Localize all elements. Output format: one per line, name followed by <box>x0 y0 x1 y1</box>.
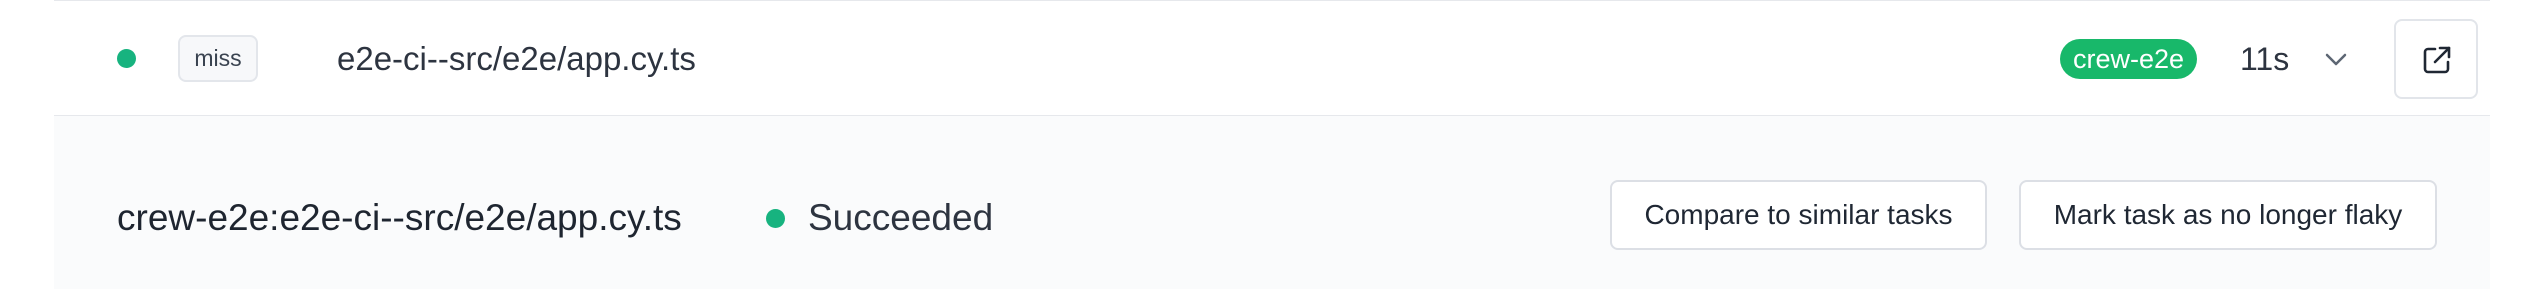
task-duration: 11s <box>2240 41 2290 77</box>
task-status-text: Succeeded <box>808 197 994 238</box>
cache-status-badge: miss <box>178 35 258 82</box>
external-link-icon <box>2423 46 2451 74</box>
compare-similar-tasks-button[interactable]: Compare to similar tasks <box>1610 180 1987 250</box>
task-full-id: crew-e2e:e2e-ci--src/e2e/app.cy.ts <box>117 197 682 238</box>
succeeded-status-dot <box>766 209 785 228</box>
chevron-down-icon[interactable] <box>2318 41 2354 77</box>
success-status-dot <box>117 49 136 68</box>
project-badge: crew-e2e <box>2060 39 2198 79</box>
task-name: e2e-ci--src/e2e/app.cy.ts <box>337 40 696 77</box>
open-task-button[interactable] <box>2394 19 2478 99</box>
mark-not-flaky-button[interactable]: Mark task as no longer flaky <box>2019 180 2437 250</box>
task-row[interactable]: miss e2e-ci--src/e2e/app.cy.ts crew-e2e … <box>54 0 2490 116</box>
